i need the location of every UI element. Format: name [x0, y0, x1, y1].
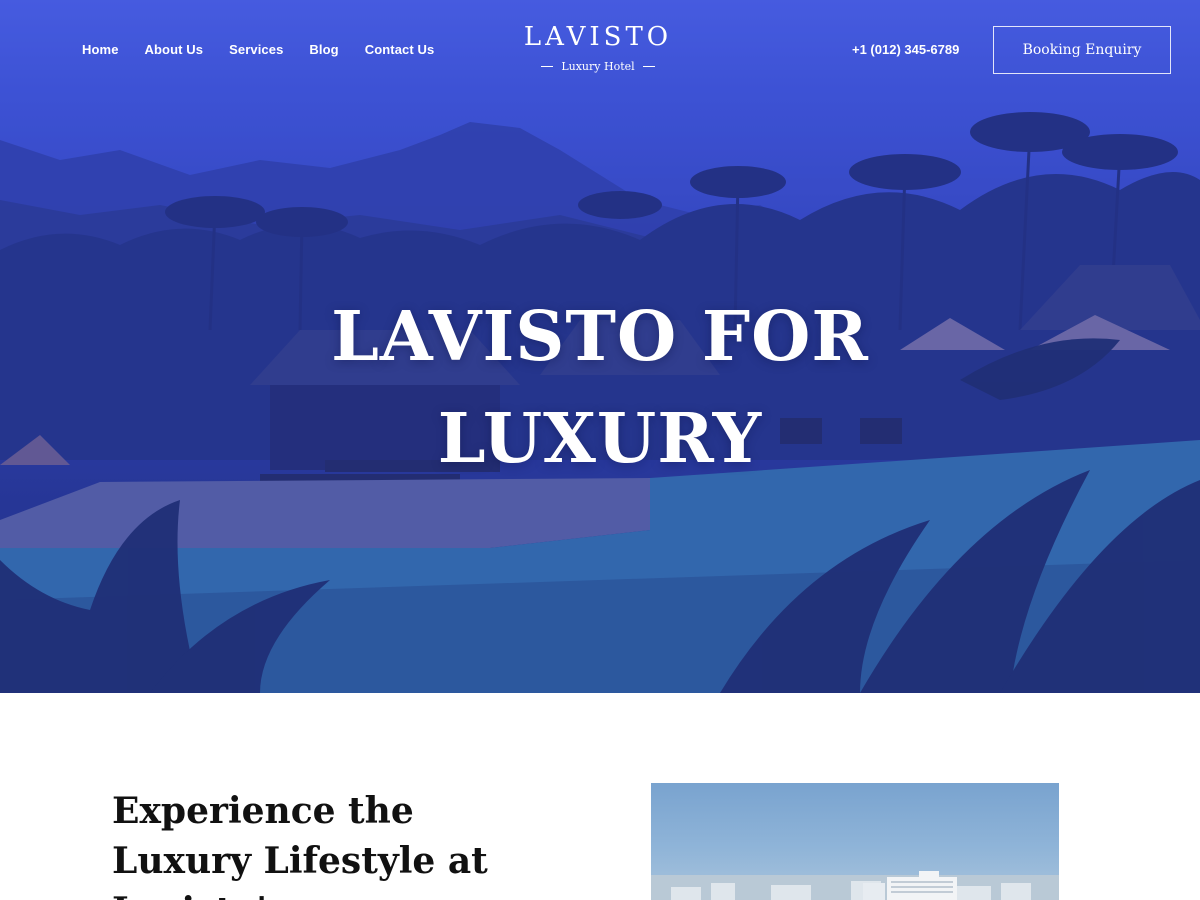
hero-section: Home About Us Services Blog Contact Us L…: [0, 0, 1200, 693]
nav-link-contact-us[interactable]: Contact Us: [365, 42, 435, 57]
logo-tagline: Luxury Hotel: [561, 60, 635, 73]
tagline-dash-right: [642, 66, 655, 67]
phone-link[interactable]: +1 (012) 345-6789: [852, 42, 959, 57]
hero-title-line-1: LAVISTO FOR: [331, 297, 869, 377]
nav-link-services[interactable]: Services: [229, 42, 283, 57]
hotel-photo: [651, 783, 1059, 900]
site-logo[interactable]: LAVISTO Luxury Hotel: [500, 22, 696, 73]
logo-wordmark: LAVISTO: [523, 22, 673, 52]
logo-tagline-row: Luxury Hotel: [500, 60, 696, 73]
intro-heading: Experience the Luxury Lifestyle at Lavis…: [112, 790, 488, 900]
hotel-photo-scene: [651, 871, 1059, 900]
tagline-dash-left: [541, 66, 554, 67]
booking-enquiry-button[interactable]: Booking Enquiry: [993, 26, 1171, 74]
main-nav: Home About Us Services Blog Contact Us: [82, 42, 460, 57]
nav-link-home[interactable]: Home: [82, 42, 119, 57]
hero-title-line-2: LUXURY: [437, 399, 763, 479]
nav-link-blog[interactable]: Blog: [309, 42, 338, 57]
nav-link-about-us[interactable]: About Us: [145, 42, 204, 57]
hero-title: LAVISTO FOR LUXURY: [200, 286, 1000, 490]
